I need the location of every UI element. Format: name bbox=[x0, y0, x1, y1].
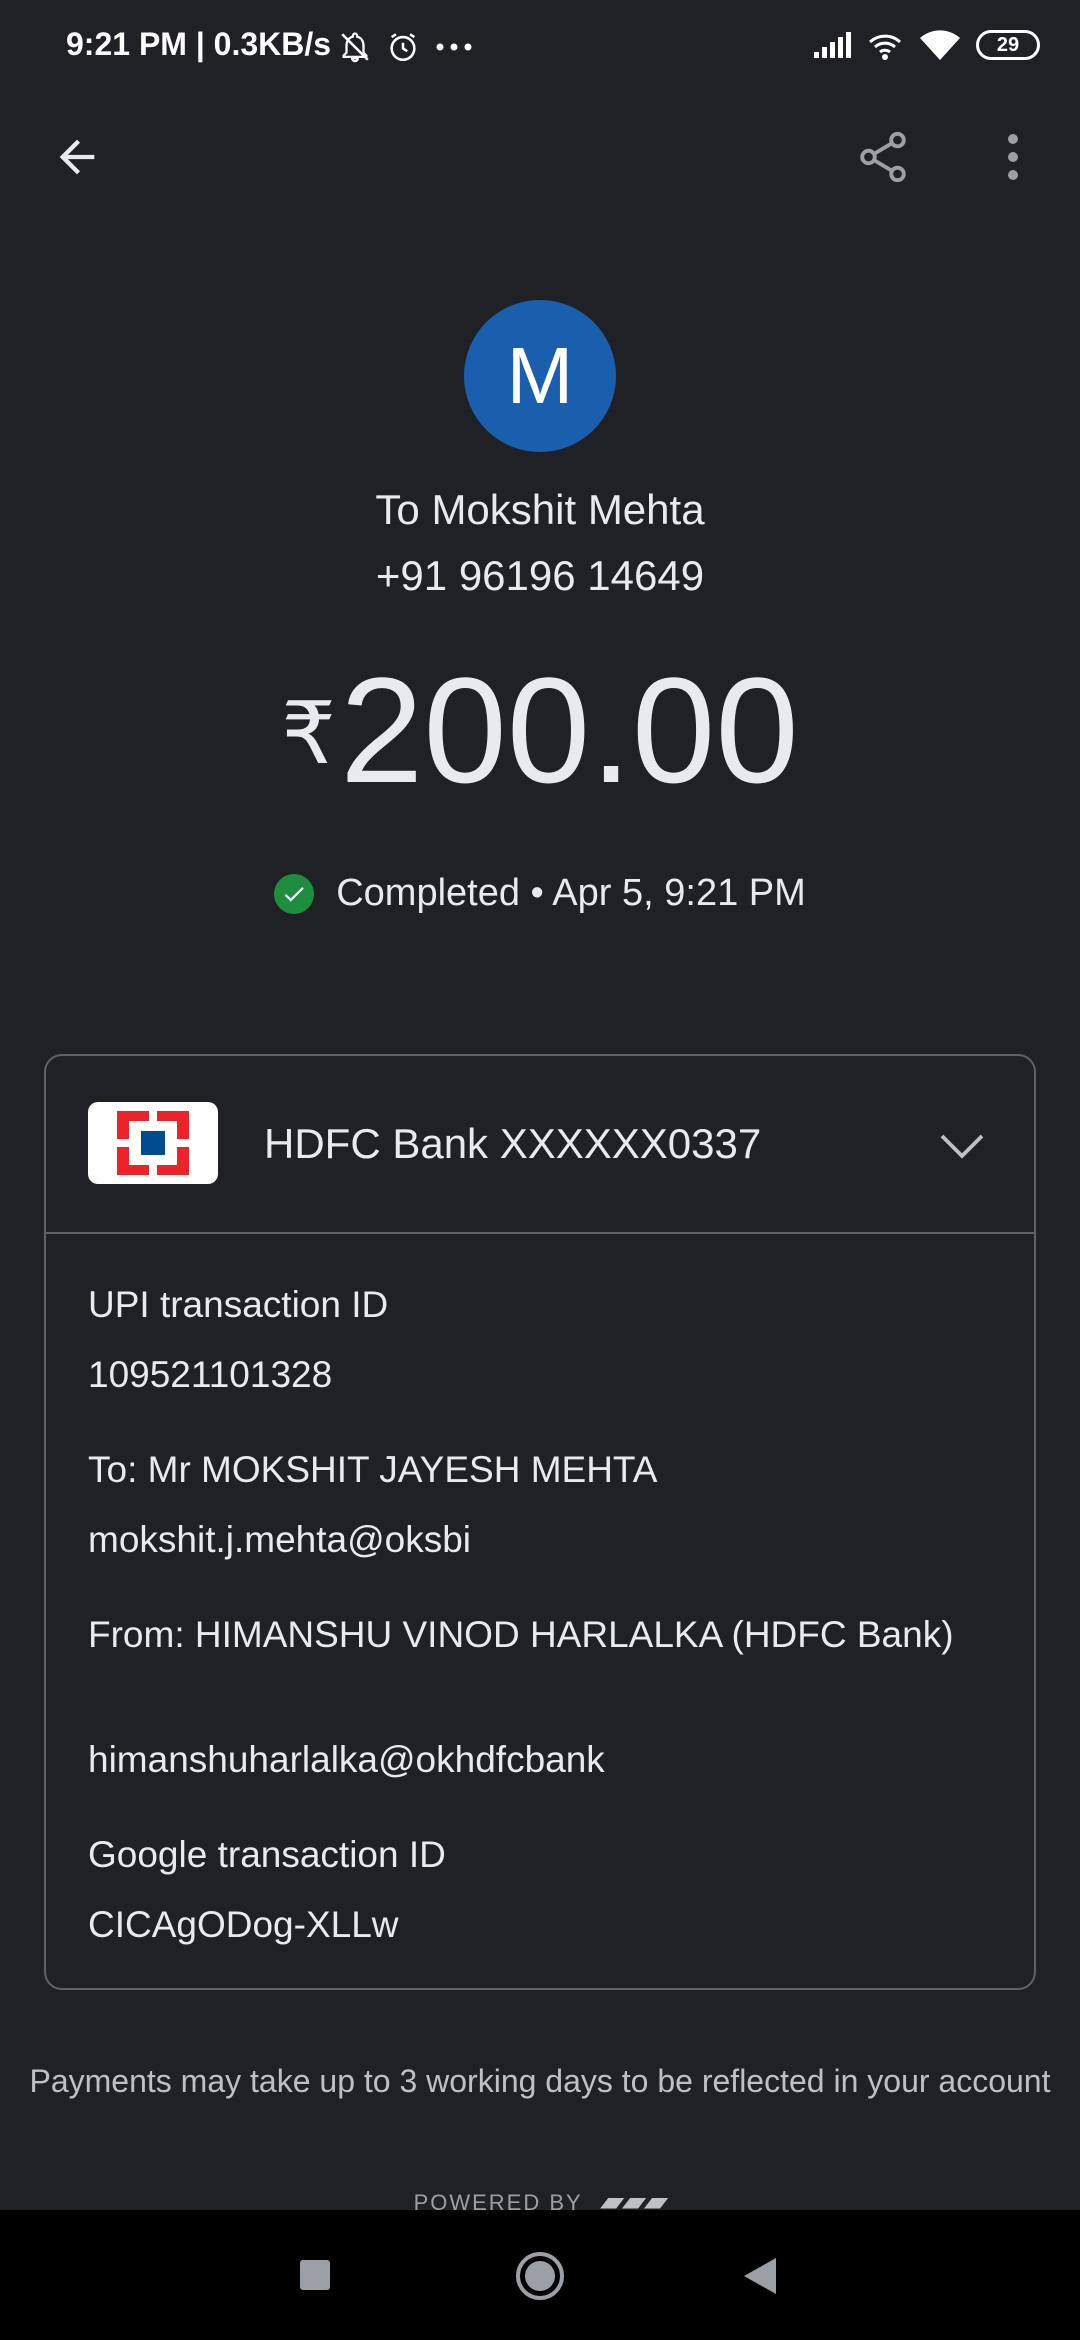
recipient-name: To Mokshit Mehta bbox=[375, 486, 705, 533]
home-circle-icon bbox=[516, 2252, 564, 2300]
check-circle-icon bbox=[274, 873, 315, 914]
signal-icon bbox=[814, 32, 851, 58]
status-right-icons: 29 bbox=[812, 28, 1040, 62]
share-button[interactable] bbox=[848, 122, 918, 192]
status-text: Completed • Apr 5, 9:21 PM bbox=[336, 872, 806, 914]
alarm-icon bbox=[390, 33, 416, 62]
upi-transaction-id-label: UPI transaction ID bbox=[88, 1284, 389, 1325]
payment-status: Completed • Apr 5, 9:21 PM bbox=[0, 872, 1080, 915]
square-icon bbox=[300, 2260, 330, 2290]
google-transaction-id-label: Google transaction ID bbox=[88, 1834, 446, 1875]
bank-account-row[interactable]: HDFC Bank XXXXXX0337 bbox=[46, 1056, 1034, 1234]
more-notifications-icon bbox=[436, 43, 472, 51]
status-time: 9:21 PM | 0.3KB/s bbox=[66, 26, 332, 62]
payee-avatar: M bbox=[464, 300, 616, 452]
battery-icon: 29 bbox=[976, 30, 1040, 60]
bank-account-name: HDFC Bank XXXXXX0337 bbox=[264, 1120, 762, 1167]
status-bar: 9:21 PM | 0.3KB/s 29 bbox=[0, 0, 1080, 100]
settlement-note: Payments may take up to 3 working days t… bbox=[29, 2063, 1051, 2099]
system-navigation-bar bbox=[0, 2210, 1080, 2340]
mute-notifications-icon bbox=[341, 32, 369, 63]
transaction-details-card: HDFC Bank XXXXXX0337 UPI transaction ID … bbox=[44, 1054, 1036, 1990]
google-transaction-id-value: CICAgODog-XLLw bbox=[88, 1904, 399, 1945]
powered-by-upi: POWERED BY ▰▰▰ bbox=[0, 2186, 1080, 2210]
hotspot-icon bbox=[868, 34, 902, 60]
arrow-back-icon bbox=[59, 139, 95, 175]
wifi-icon bbox=[920, 30, 960, 60]
back-nav-button[interactable] bbox=[742, 2256, 778, 2296]
back-button[interactable] bbox=[42, 122, 112, 192]
to-label: To: Mr MOKSHIT JAYESH MEHTA bbox=[88, 1449, 658, 1490]
currency-symbol: ₹ bbox=[281, 686, 336, 782]
powered-by-text: POWERED BY bbox=[413, 2190, 583, 2210]
more-vert-icon bbox=[1008, 134, 1018, 180]
share-icon bbox=[860, 131, 906, 183]
triangle-back-icon bbox=[744, 2258, 776, 2294]
to-upi-id: mokshit.j.mehta@oksbi bbox=[88, 1519, 472, 1560]
amount-value: 200.00 bbox=[339, 646, 799, 814]
status-left-icons bbox=[338, 30, 474, 64]
recents-button[interactable] bbox=[298, 2258, 332, 2292]
from-upi-id: himanshuharlalka@okhdfcbank bbox=[88, 1739, 605, 1780]
hdfc-bank-logo bbox=[88, 1102, 218, 1184]
from-label: From: HIMANSHU VINOD HARLALKA (HDFC Bank… bbox=[88, 1614, 954, 1655]
upi-transaction-id-value: 109521101328 bbox=[88, 1354, 333, 1395]
home-button[interactable] bbox=[514, 2250, 566, 2302]
expand-button[interactable] bbox=[932, 1116, 992, 1176]
recipient-phone: +91 96196 14649 bbox=[375, 552, 705, 599]
chevron-down-icon bbox=[940, 1134, 984, 1159]
amount-display: ₹ 200.00 bbox=[0, 640, 1080, 820]
more-options-button[interactable] bbox=[978, 122, 1048, 192]
upi-logo: ▰▰▰ bbox=[600, 2186, 667, 2210]
